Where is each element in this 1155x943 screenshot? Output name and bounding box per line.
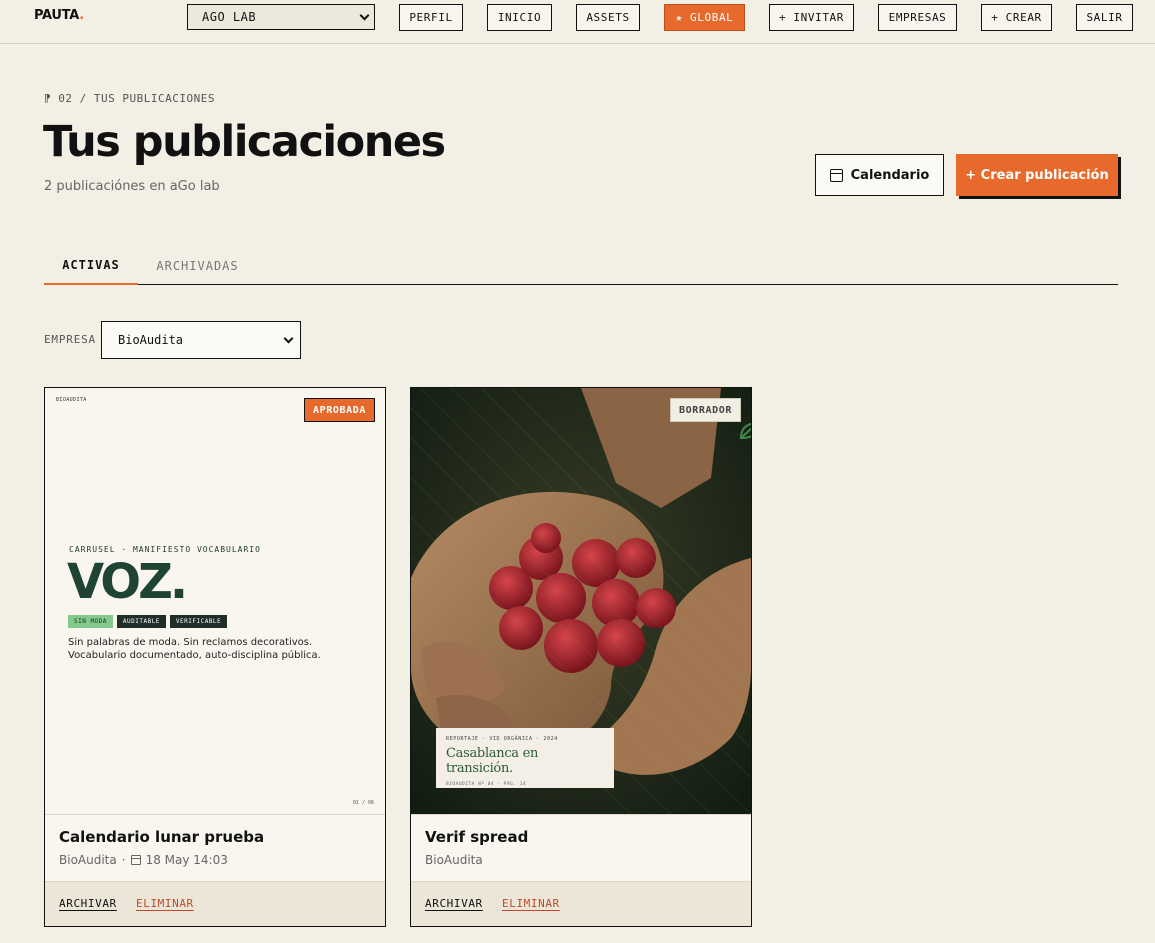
preview-body: Sin palabras de moda. Sin reclamos decor…: [68, 637, 321, 661]
card-company: BioAudita: [59, 853, 117, 867]
card-preview[interactable]: BIOAUDITA APROBADA CARRUSEL · MANIFIESTO…: [45, 388, 385, 814]
company-filter-label: EMPRESA: [44, 333, 96, 346]
calendar-icon: [829, 168, 843, 182]
card-actions: ARCHIVAR ELIMINAR: [411, 881, 751, 926]
preview-headline: VOZ.: [67, 554, 188, 610]
card-info: Verif spread BioAudita: [411, 814, 751, 881]
card-company: BioAudita: [425, 853, 483, 867]
meta-separator: ·: [121, 853, 126, 867]
card-date: 18 May 14:03: [145, 853, 228, 867]
nav-profile-button[interactable]: PERFIL: [399, 4, 463, 31]
preview-pager: 01 / 06: [352, 800, 374, 806]
chevron-down-icon: [359, 10, 370, 20]
nav-global-button[interactable]: ★ GLOBAL: [664, 4, 745, 31]
nav-invite-button[interactable]: + INVITAR: [769, 4, 854, 31]
card-title: Calendario lunar prueba: [59, 828, 265, 846]
tab-active[interactable]: ACTIVAS: [44, 246, 138, 285]
nav-home-button[interactable]: INICIO: [487, 4, 552, 31]
status-badge: BORRADOR: [670, 398, 741, 422]
publication-card[interactable]: BORRADOR REPORTAJE · VID ORGÁNICA · 2024…: [410, 387, 752, 927]
delete-link[interactable]: ELIMINAR: [502, 897, 560, 910]
preview-tag: AUDITABLE: [116, 615, 166, 628]
card-actions: ARCHIVAR ELIMINAR: [45, 881, 385, 926]
publication-tabs: ACTIVAS ARCHIVADAS: [44, 246, 1118, 285]
page-subtitle: 2 publicaciónes en aGo lab: [44, 179, 220, 194]
logo-dot: .: [79, 8, 84, 23]
breadcrumb: ⁋ 02 / TUS PUBLICACIONES: [44, 92, 215, 105]
status-badge: APROBADA: [304, 398, 375, 422]
card-info: Calendario lunar prueba BioAudita · 18 M…: [45, 814, 385, 881]
company-select[interactable]: BioAudita: [101, 321, 301, 359]
workspace-value: AGO LAB: [202, 10, 257, 24]
card-title: Verif spread: [425, 828, 529, 846]
company-select-value: BioAudita: [118, 333, 184, 347]
calendar-button[interactable]: Calendario: [815, 154, 944, 196]
preview-brand: BIOAUDITA: [56, 397, 87, 403]
tab-archived[interactable]: ARCHIVADAS: [144, 246, 251, 285]
archive-link[interactable]: ARCHIVAR: [59, 897, 117, 910]
logo-text: PAUTA: [34, 8, 80, 23]
preview-tags: SIN MODA AUDITABLE VERIFICABLE: [68, 615, 228, 628]
preview-tag: SIN MODA: [68, 615, 113, 628]
delete-link[interactable]: ELIMINAR: [136, 897, 194, 910]
preview-kicker: CARRUSEL · MANIFIESTO VOCABULARIO: [69, 545, 261, 554]
card-preview[interactable]: BORRADOR REPORTAJE · VID ORGÁNICA · 2024…: [411, 388, 751, 814]
publication-card[interactable]: BIOAUDITA APROBADA CARRUSEL · MANIFIESTO…: [44, 387, 386, 927]
workspace-select[interactable]: AGO LAB: [187, 4, 375, 30]
calendar-icon: [130, 855, 141, 865]
nav-create-button[interactable]: + CREAR: [981, 4, 1052, 31]
preview-footer: BIOAUDITA Nº 04 · PÁG. 14: [446, 782, 527, 787]
create-publication-button[interactable]: + Crear publicación: [956, 154, 1118, 196]
preview-kicker: REPORTAJE · VID ORGÁNICA · 2024: [446, 736, 558, 742]
page-title: Tus publicaciones: [43, 117, 446, 167]
nav-logout-button[interactable]: SALIR: [1076, 4, 1133, 31]
nav-companies-button[interactable]: EMPRESAS: [878, 4, 957, 31]
nav-assets-button[interactable]: ASSETS: [576, 4, 640, 31]
app-logo[interactable]: PAUTA.: [34, 8, 84, 23]
card-meta: BioAudita: [425, 853, 483, 867]
calendar-button-label: Calendario: [850, 167, 930, 183]
preview-tag: VERIFICABLE: [169, 615, 228, 628]
chevron-down-icon: [283, 333, 294, 343]
top-navigation: PAUTA. AGO LAB PERFIL INICIO ASSETS ★ GL…: [0, 0, 1155, 44]
card-meta: BioAudita · 18 May 14:03: [59, 853, 228, 867]
preview-caption: REPORTAJE · VID ORGÁNICA · 2024 Casablan…: [436, 728, 614, 788]
archive-link[interactable]: ARCHIVAR: [425, 897, 483, 910]
preview-headline: Casablanca en transición.: [446, 746, 539, 776]
